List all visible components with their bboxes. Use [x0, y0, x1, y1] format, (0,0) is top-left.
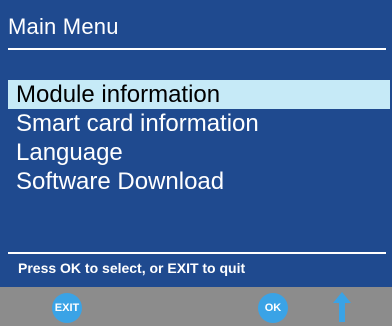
title-divider	[8, 48, 386, 50]
main-menu-screen: Main Menu Module information Smart card …	[0, 0, 392, 326]
page-title: Main Menu	[8, 14, 119, 39]
menu-item-language[interactable]: Language	[0, 138, 392, 167]
exit-button[interactable]: EXIT	[52, 293, 82, 323]
hint-divider	[8, 252, 386, 254]
up-arrow-icon[interactable]	[330, 291, 354, 325]
ok-button[interactable]: OK	[258, 293, 288, 323]
soft-key-bar: EXIT OK	[0, 287, 392, 326]
menu-item-software-download[interactable]: Software Download	[0, 167, 392, 196]
instruction-text: Press OK to select, or EXIT to quit	[18, 260, 246, 276]
menu-item-smart-card-information[interactable]: Smart card information	[0, 109, 392, 138]
menu-item-module-information[interactable]: Module information	[8, 80, 390, 109]
menu-list: Module information Smart card informatio…	[0, 80, 392, 196]
